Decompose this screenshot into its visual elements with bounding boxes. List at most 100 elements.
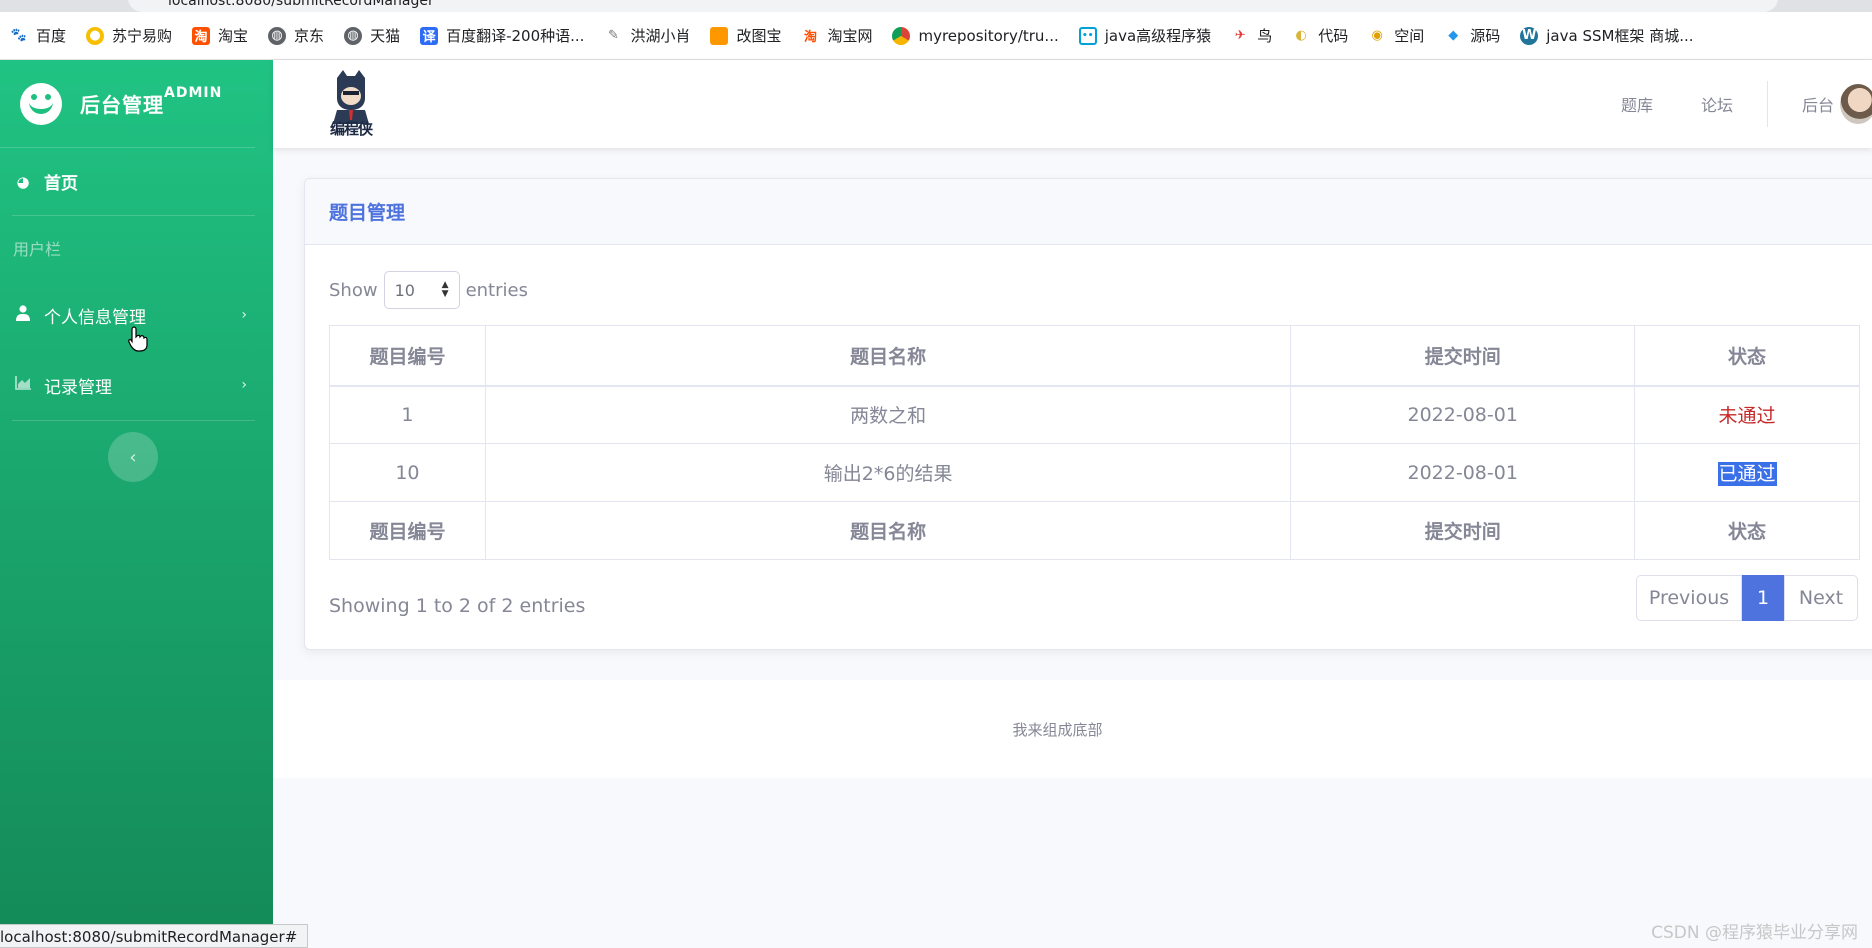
topbar-divider <box>1766 81 1768 127</box>
bookmark-item[interactable]: 🐾 百度 <box>10 25 66 46</box>
select-arrows-icon: ▲ ▼ <box>441 280 449 299</box>
tachometer-icon: ◕ <box>16 172 30 191</box>
bookmark-item[interactable]: ◆ 源码 <box>1444 25 1500 46</box>
pagination-previous-button[interactable]: Previous <box>1636 575 1742 621</box>
browser-chrome: localhost:8080/submitRecordManager <box>0 0 1872 12</box>
entries-label: entries <box>465 279 528 301</box>
chevron-right-icon: › <box>241 377 247 393</box>
bookmark-item[interactable]: ✈ 鸟 <box>1231 25 1272 46</box>
bird-icon: ✎ <box>607 28 619 43</box>
status-badge: 已通过 <box>1717 462 1777 486</box>
column-header-name[interactable]: 题目名称 <box>484 325 1292 387</box>
cell-time: 2022-08-01 <box>1290 443 1636 502</box>
cell-name: 输出2*6的结果 <box>484 443 1292 502</box>
bookmark-item[interactable]: myrepository/tru... <box>892 26 1059 45</box>
bookmark-item[interactable]: 译百度翻译-200种语... <box>420 25 584 46</box>
status-badge: 未通过 <box>1718 405 1776 428</box>
column-footer-status: 状态 <box>1634 501 1860 560</box>
bookmark-item[interactable]: 淘淘宝网 <box>801 25 873 46</box>
bookmark-item[interactable]: ◍ 天猫 <box>344 25 400 46</box>
pagination: Previous 1 Next <box>1636 575 1858 621</box>
globe-icon: ◍ <box>268 26 287 45</box>
translate-icon: 译 <box>420 26 439 45</box>
bookmark-item[interactable]: ◍ 京东 <box>268 25 324 46</box>
globe-icon: ◍ <box>344 26 363 45</box>
bookmark-item[interactable]: ◉ 空间 <box>1368 25 1425 46</box>
pagination-page-button[interactable]: 1 <box>1742 575 1784 621</box>
leaf-icon: ◐ <box>1295 28 1307 43</box>
logo-text: 编程侠 <box>329 120 373 138</box>
suning-icon: ● <box>86 26 105 45</box>
cell-time: 2022-08-01 <box>1290 385 1636 444</box>
nav-link-forum[interactable]: 论坛 <box>1701 92 1733 116</box>
bookmark-item[interactable]: ● 苏宁易购 <box>86 25 172 46</box>
table-row: 1 两数之和 2022-08-01 未通过 <box>329 385 1860 444</box>
gaitubao-icon <box>710 26 729 45</box>
sidebar-brand[interactable]: 后台管理ADMIN <box>0 60 255 148</box>
sidebar-divider <box>12 420 255 421</box>
footer-text: 我来组成底部 <box>1012 720 1103 739</box>
cell-id: 1 <box>329 385 486 444</box>
address-bar-url: localhost:8080/submitRecordManager <box>168 0 434 9</box>
taobao-icon: 淘 <box>192 26 211 45</box>
qzone-icon: ◉ <box>1371 28 1383 43</box>
column-header-id[interactable]: 题目编号 <box>329 325 486 387</box>
page-footer: 我来组成底部 <box>273 680 1872 778</box>
bookmark-item[interactable]: ✎ 洪湖小肖 <box>604 25 690 46</box>
sidebar-item-home[interactable]: ◕ 首页 <box>12 148 255 216</box>
table-footer-row: 题目编号 题目名称 提交时间 状态 <box>329 501 1860 560</box>
sidebar-item-label: 记录管理 <box>44 377 112 398</box>
top-nav: 题库 论坛 后台 <box>1597 60 1872 148</box>
avatar[interactable] <box>1840 84 1872 124</box>
whale-icon: ◆ <box>1448 28 1459 43</box>
brand-title: 后台管理ADMIN <box>80 85 223 117</box>
chart-area-icon <box>14 376 32 394</box>
bookmark-item[interactable]: ◐ 代码 <box>1292 25 1349 46</box>
cell-name: 两数之和 <box>484 385 1292 444</box>
column-header-time[interactable]: 提交时间 <box>1290 325 1636 387</box>
page-length-select[interactable]: 10 ▲ ▼ <box>383 271 460 309</box>
sidebar-item-records[interactable]: 记录管理 › <box>0 350 273 420</box>
page-length-value: 10 <box>394 280 415 300</box>
table-row: 10 输出2*6的结果 2022-08-01 已通过 <box>329 443 1860 502</box>
show-label: Show <box>329 279 378 301</box>
bookmark-item[interactable]: •• java高级程序猿 <box>1078 25 1211 46</box>
column-footer-name: 题目名称 <box>484 501 1292 560</box>
user-icon <box>14 305 32 325</box>
column-footer-time: 提交时间 <box>1290 501 1636 560</box>
taobao-icon: 淘 <box>803 30 817 45</box>
bookmark-item[interactable]: 淘淘宝 <box>192 25 248 46</box>
topbar: 编程侠 题库 论坛 后台 <box>273 60 1872 148</box>
browser-status-bar: localhost:8080/submitRecordManager# <box>0 924 309 948</box>
chevron-left-icon: ‹ <box>129 446 137 468</box>
admin-label[interactable]: 后台 <box>1802 92 1834 116</box>
wink-face-icon <box>20 82 62 125</box>
bookmark-item[interactable]: 改图宝 <box>710 25 781 46</box>
hand-cursor-icon <box>128 326 148 352</box>
brand-sup: ADMIN <box>164 85 223 101</box>
cell-status: 已通过 <box>1634 443 1860 502</box>
bookmarks-bar: 🐾 百度 ● 苏宁易购 淘淘宝 ◍ 京东 ◍ 天猫 译百度翻译-200种语... ✎ 洪湖… <box>0 12 1872 60</box>
records-table: 题目编号 题目名称 提交时间 状态 1 两数之和 2022-08-01 未通过 … <box>329 325 1860 560</box>
bookmark-item[interactable]: Wjava SSM框架 商城... <box>1520 25 1694 46</box>
chrome-icon <box>892 26 911 45</box>
page-length-control: Show 10 ▲ ▼ entries <box>329 271 528 309</box>
sidebar-heading: 用户栏 <box>13 240 62 259</box>
cell-id: 10 <box>329 443 486 502</box>
baidu-paw-icon: 🐾 <box>10 28 28 43</box>
bilibili-icon: •• <box>1078 26 1097 45</box>
pagination-next-button[interactable]: Next <box>1784 575 1858 621</box>
chevron-right-icon: › <box>241 307 247 323</box>
column-header-status[interactable]: 状态 <box>1634 325 1860 387</box>
cell-status: 未通过 <box>1634 385 1860 444</box>
bird-red-icon: ✈ <box>1234 28 1246 43</box>
nav-link-question-bank[interactable]: 题库 <box>1621 92 1653 116</box>
address-bar[interactable]: localhost:8080/submitRecordManager <box>128 0 1778 12</box>
wordpress-icon: W <box>1520 26 1539 45</box>
table-header-row: 题目编号 题目名称 提交时间 状态 <box>329 325 1860 387</box>
sidebar-item-label: 个人信息管理 <box>44 307 146 328</box>
card-title: 题目管理 <box>305 179 1872 245</box>
column-footer-id: 题目编号 <box>329 501 486 560</box>
question-management-card: 题目管理 Show 10 ▲ ▼ entries 题目编号 题目名称 提交时间 状… <box>304 178 1872 650</box>
sidebar-toggle-button[interactable]: ‹ <box>108 432 158 482</box>
